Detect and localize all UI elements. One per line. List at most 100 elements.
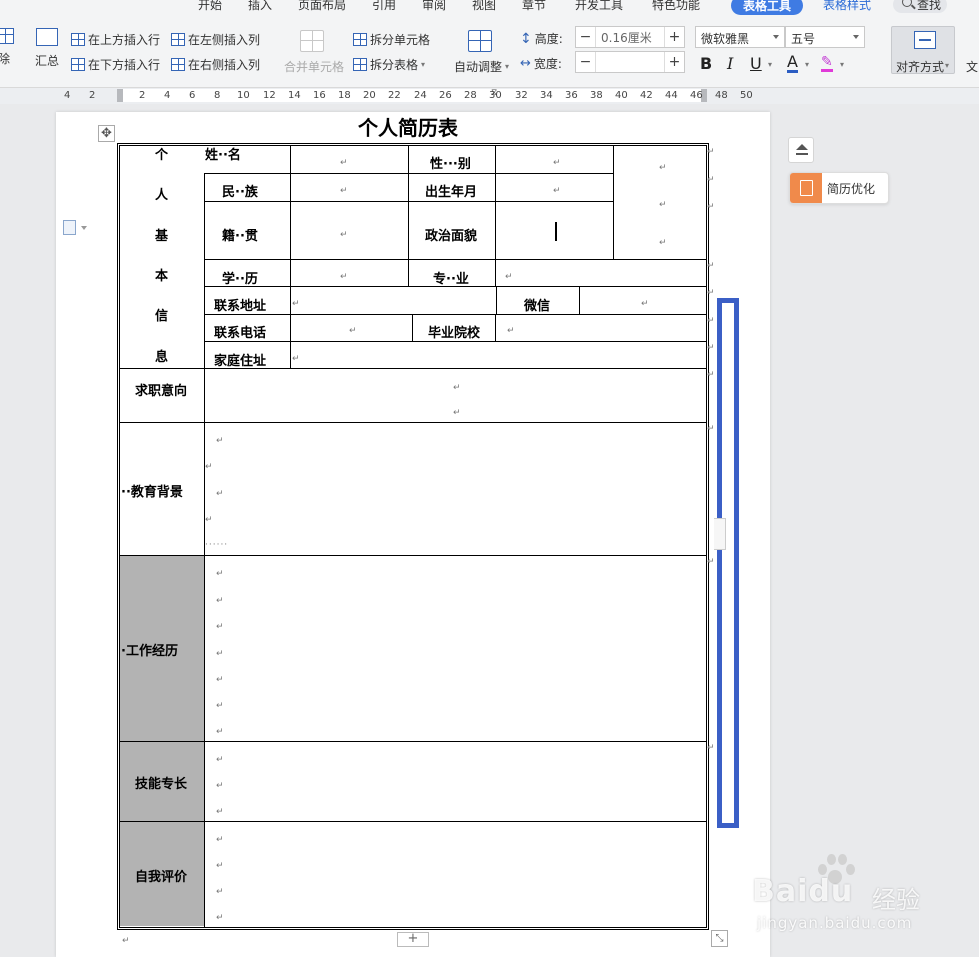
increase-icon[interactable]: + bbox=[664, 27, 684, 47]
underline-button[interactable]: U bbox=[750, 54, 762, 73]
tab-chapter[interactable]: 章节 bbox=[522, 0, 546, 13]
paragraph-mark: ↵ bbox=[216, 807, 224, 817]
paragraph-mark: ↵ bbox=[659, 200, 667, 210]
insert-row-below-button[interactable]: 在下方插入行 bbox=[71, 56, 160, 73]
align-button[interactable]: 对齐方式 ▾ bbox=[891, 26, 955, 74]
row-end-mark: ↵ bbox=[707, 316, 715, 326]
label-education-level: 学··历 bbox=[222, 272, 258, 287]
move-table-icon[interactable]: ✥ bbox=[98, 125, 115, 142]
font-size-select[interactable]: 五号 bbox=[785, 26, 865, 48]
paragraph-mark: ↵ bbox=[205, 515, 213, 525]
decrease-icon[interactable]: − bbox=[576, 52, 596, 72]
tab-view[interactable]: 视图 bbox=[472, 0, 496, 13]
tab-review[interactable]: 审阅 bbox=[422, 0, 446, 13]
paragraph-mark: ↵ bbox=[553, 158, 561, 168]
paragraph-mark: ↵ bbox=[216, 861, 224, 871]
label-self-eval: 自我评价 bbox=[135, 870, 188, 885]
width-stepper[interactable]: − + bbox=[575, 51, 685, 73]
label-phone: 联系电话 bbox=[214, 326, 267, 341]
paragraph-mark: ↵ bbox=[216, 596, 224, 606]
paragraph-mark: ↵ bbox=[216, 913, 224, 923]
ruler-number: 50 bbox=[740, 90, 753, 101]
row-end-mark: ↵ bbox=[707, 343, 715, 353]
ruler-number: 48 bbox=[715, 90, 728, 101]
label-politics: 政治面貌 bbox=[425, 229, 478, 244]
basic-info-char: 信 bbox=[155, 309, 169, 324]
label-birth: 出生年月 bbox=[425, 185, 478, 200]
horizontal-ruler[interactable]: 4 2 2 4 6 8 10 12 14 16 18 20 22 24 26 2… bbox=[0, 88, 979, 104]
collapse-panel-button[interactable] bbox=[788, 137, 814, 163]
add-row-button[interactable]: + bbox=[397, 932, 429, 947]
basic-info-char: 基 bbox=[155, 229, 169, 244]
insert-col-right-icon bbox=[171, 58, 185, 71]
delete-button[interactable]: 除 bbox=[0, 28, 14, 67]
search-button[interactable]: 查找 bbox=[893, 0, 947, 13]
resize-table-icon[interactable]: ⤡ bbox=[711, 930, 728, 947]
document-icon[interactable] bbox=[63, 220, 87, 235]
chevron-down-icon: ▾ bbox=[421, 60, 426, 69]
italic-button[interactable]: I bbox=[727, 54, 733, 73]
tab-devtools[interactable]: 开发工具 bbox=[575, 0, 623, 13]
ruler-number: 20 bbox=[363, 90, 376, 101]
paragraph-mark: ↵ bbox=[292, 299, 300, 309]
dots-mark: ······ bbox=[205, 540, 229, 550]
highlight-icon[interactable]: ✎ bbox=[821, 55, 833, 72]
basic-info-char: 个 bbox=[155, 148, 169, 163]
insert-col-right-button[interactable]: 在右侧插入列 bbox=[171, 56, 260, 73]
ruler-number: 10 bbox=[237, 90, 250, 101]
split-cells-button[interactable]: 拆分单元格 bbox=[353, 31, 430, 48]
increase-icon[interactable]: + bbox=[664, 52, 684, 72]
font-name-select[interactable]: 微软雅黑 bbox=[695, 26, 785, 48]
tab-insert[interactable]: 插入 bbox=[248, 0, 272, 13]
tab-reference[interactable]: 引用 bbox=[372, 0, 396, 13]
chevron-down-icon[interactable]: ▾ bbox=[805, 60, 809, 69]
row-end-mark: ↵ bbox=[707, 147, 715, 157]
paragraph-mark: ↵ bbox=[216, 781, 224, 791]
text-direction-button[interactable]: 文 bbox=[966, 58, 978, 75]
resume-optimize-button[interactable]: 简历优化 bbox=[789, 172, 889, 204]
insert-col-left-button[interactable]: 在左侧插入列 bbox=[171, 31, 260, 48]
paragraph-mark: ↵ bbox=[216, 727, 224, 737]
paragraph-mark: ↵ bbox=[122, 936, 130, 946]
auto-fit-button[interactable]: 自动调整 ▾ bbox=[454, 58, 509, 75]
paragraph-mark: ↵ bbox=[659, 238, 667, 248]
paragraph-mark: ↵ bbox=[216, 622, 224, 632]
merge-cells-button[interactable]: 合并单元格 bbox=[284, 58, 344, 75]
row-end-mark: ↵ bbox=[707, 743, 715, 753]
tab-page-layout[interactable]: 页面布局 bbox=[298, 0, 346, 13]
tab-table-style[interactable]: 表格样式 bbox=[823, 0, 871, 13]
ruler-number: 26 bbox=[439, 90, 452, 101]
ruler-number: 28 bbox=[464, 90, 477, 101]
row-end-mark: ↵ bbox=[707, 202, 715, 212]
label-home: 家庭住址 bbox=[214, 354, 267, 369]
chevron-down-icon bbox=[853, 35, 859, 39]
paragraph-mark: ↵ bbox=[216, 835, 224, 845]
split-table-button[interactable]: 拆分表格 ▾ bbox=[353, 56, 425, 73]
tab-start[interactable]: 开始 bbox=[198, 0, 222, 13]
font-color-button[interactable]: A bbox=[787, 54, 798, 73]
tab-table-tools[interactable]: 表格工具 bbox=[731, 0, 804, 15]
summary-button[interactable]: 汇总 bbox=[35, 28, 59, 69]
chevron-down-icon[interactable]: ▾ bbox=[840, 60, 844, 69]
paragraph-mark: ↵ bbox=[216, 755, 224, 765]
tab-special[interactable]: 特色功能 bbox=[652, 0, 700, 13]
row-end-mark: ↵ bbox=[707, 424, 715, 434]
insert-row-above-button[interactable]: 在上方插入行 bbox=[71, 31, 160, 48]
row-height-icon: ↕ bbox=[520, 30, 532, 47]
paragraph-mark: ↵ bbox=[216, 569, 224, 579]
ruler-number: 22 bbox=[388, 90, 401, 101]
height-stepper[interactable]: − 0.16厘米 + bbox=[575, 26, 685, 48]
paragraph-mark: ↵ bbox=[340, 186, 348, 196]
ruler-number: 8 bbox=[214, 90, 221, 101]
chevron-down-icon[interactable]: ▾ bbox=[768, 60, 772, 69]
row-end-mark: ↵ bbox=[707, 288, 715, 298]
label-skills: 技能专长 bbox=[135, 777, 188, 792]
side-tab-handle[interactable] bbox=[714, 518, 726, 550]
indent-marker-icon[interactable]: ⧖ bbox=[491, 88, 497, 98]
ruler-number: 4 bbox=[64, 90, 71, 101]
label-gender: 性···别 bbox=[430, 157, 471, 172]
bold-button[interactable]: B bbox=[700, 54, 712, 73]
decrease-icon[interactable]: − bbox=[576, 27, 596, 47]
label-ethnic: 民··族 bbox=[222, 185, 258, 200]
align-icon bbox=[914, 31, 936, 49]
